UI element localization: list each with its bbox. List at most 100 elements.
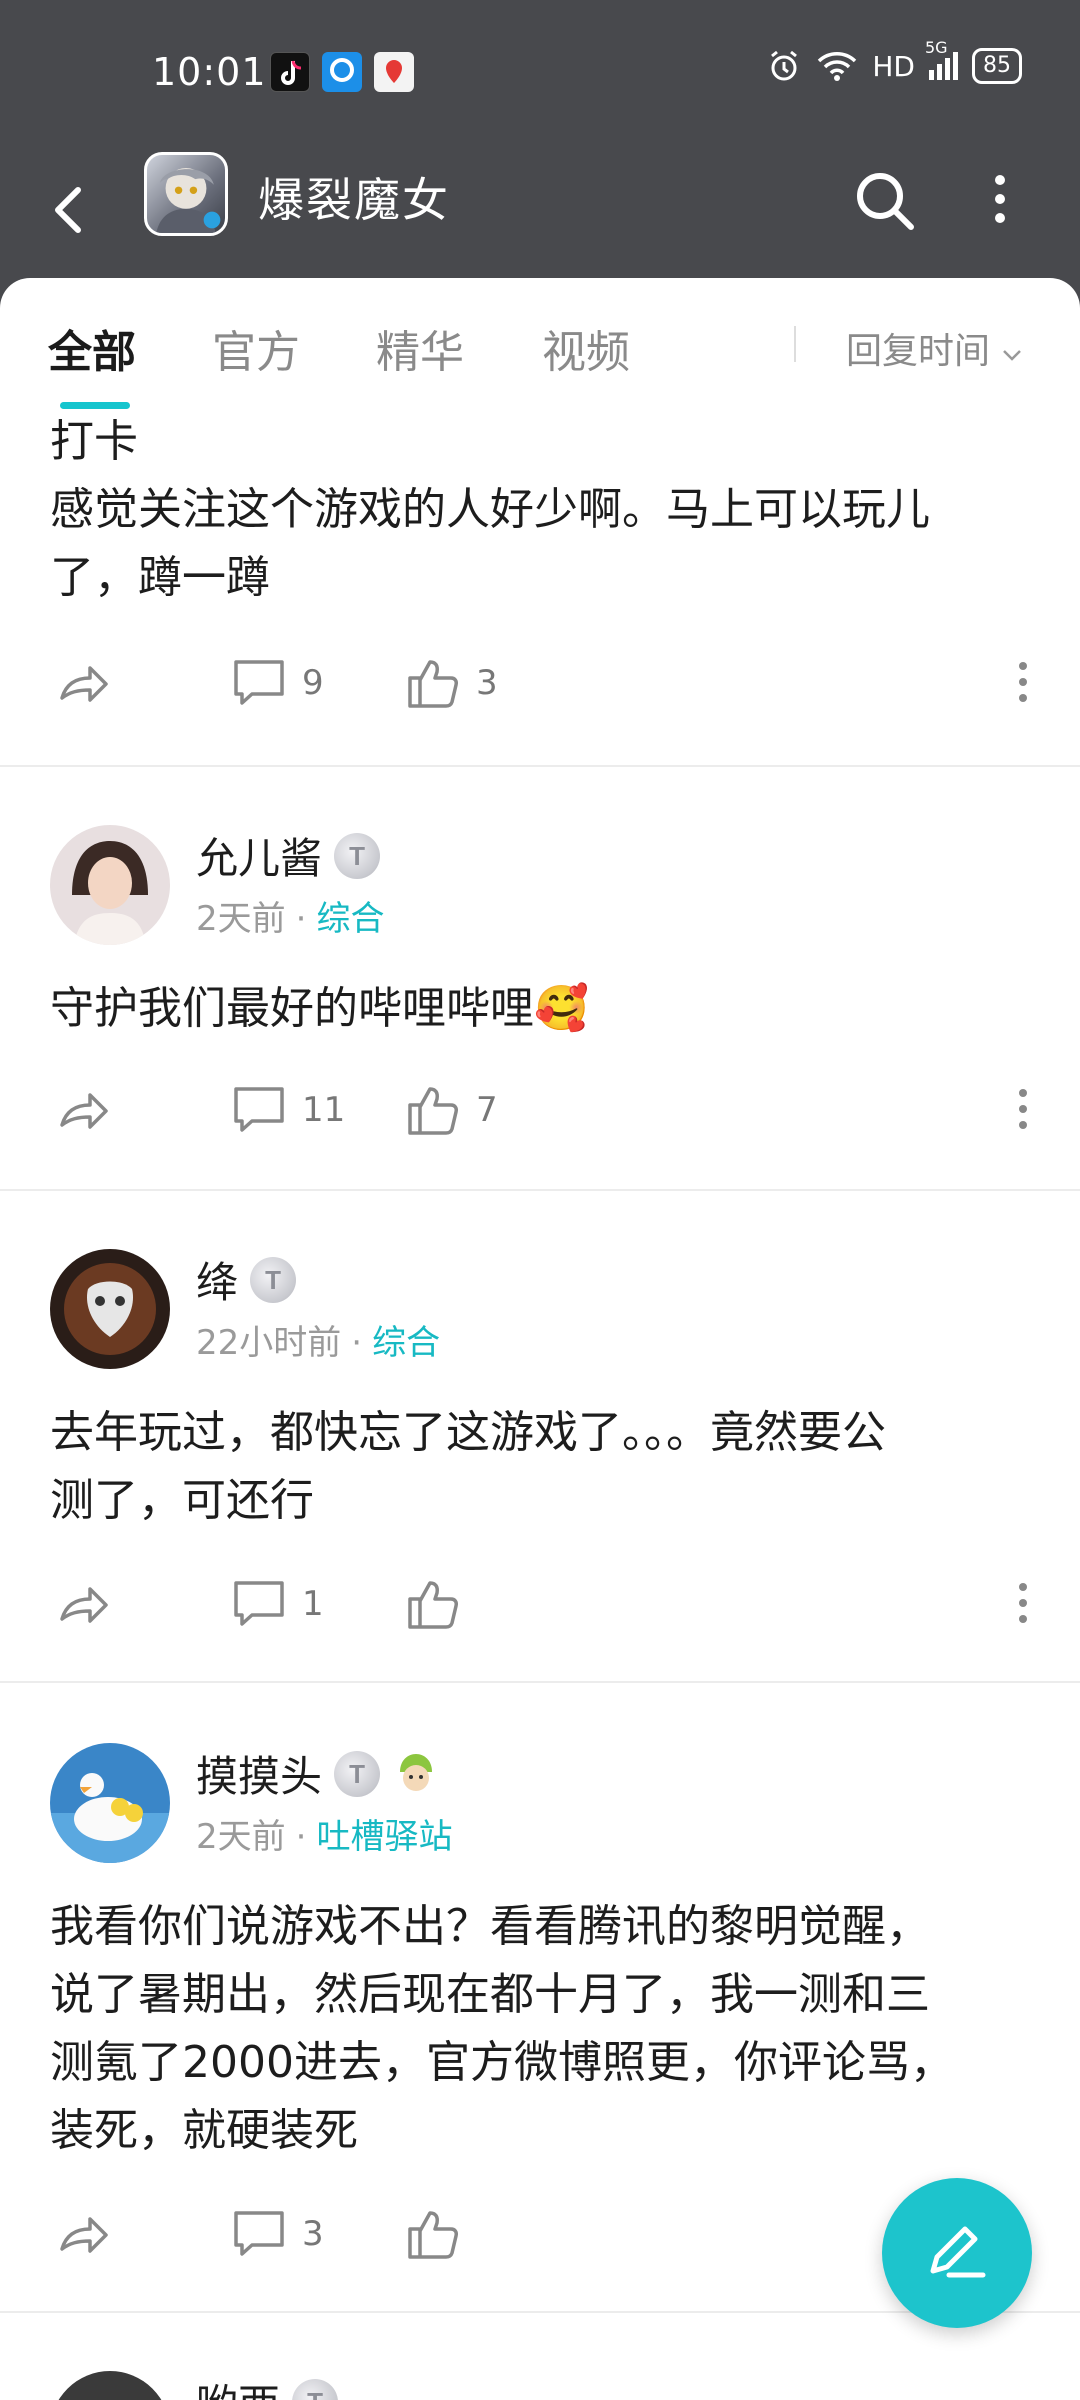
- author-name[interactable]: 绛: [196, 1249, 238, 1310]
- sort-dropdown[interactable]: 回复时间: [846, 322, 1023, 374]
- avatar[interactable]: [50, 1743, 170, 1863]
- like-button[interactable]: [404, 1577, 462, 1631]
- avatar[interactable]: [50, 1249, 170, 1369]
- post-more-icon[interactable]: [1008, 1579, 1038, 1629]
- like-button[interactable]: 3: [404, 656, 498, 710]
- post-content: 打卡 感觉关注这个游戏的人好少啊。马上可以玩儿 了，蹲一蹲: [0, 408, 1080, 612]
- wifi-icon: [818, 52, 857, 81]
- post-more-icon[interactable]: [1008, 658, 1038, 708]
- share-icon: [60, 2217, 108, 2253]
- post-text-line: 我看你们说游戏不出？看看腾讯的黎明觉醒，: [50, 1901, 930, 1952]
- post-text-line: 说了暑期出，然后现在都十月了，我一测和三: [50, 1969, 930, 2020]
- comment-button[interactable]: 11: [230, 1083, 345, 1137]
- app-bar: 爆裂魔女: [0, 140, 1080, 280]
- post-time: 2天前: [196, 1817, 286, 1857]
- tab-bar: 全部 官方 精华 视频 回复时间: [0, 278, 1080, 409]
- comment-count: 9: [302, 663, 324, 703]
- level-badge: T: [334, 1750, 381, 1797]
- post-meta: 22小时前 · 综合: [196, 1315, 440, 1364]
- author-name-row: 摸摸头 T: [196, 1743, 440, 1804]
- post-header: 摸摸头 T 2天前 · 吐槽驿站: [0, 1733, 1080, 1873]
- post-text-line: 去年玩过，都快忘了这游戏了。。。竟然要公: [50, 1407, 886, 1458]
- status-right: HD 5G 85: [766, 38, 1022, 84]
- post-meta: 2天前 · 吐槽驿站: [196, 1809, 452, 1858]
- map-app-icon: [374, 52, 414, 92]
- share-icon: [60, 1587, 108, 1623]
- comment-icon: [234, 2211, 284, 2256]
- author-name[interactable]: 摸摸头: [196, 1743, 322, 1804]
- post-text-line: 测了，可还行: [50, 1475, 314, 1526]
- thumbs-up-icon: [408, 1581, 458, 1629]
- status-bar: 10:01 HD 5G 85: [0, 0, 1080, 140]
- status-time: 10:01: [152, 50, 267, 94]
- post-item[interactable]: 打卡 感觉关注这个游戏的人好少啊。马上可以玩儿 了，蹲一蹲 9 3: [0, 408, 1080, 767]
- comment-button[interactable]: 3: [230, 2207, 324, 2261]
- post-item[interactable]: 哟西 T: [0, 2313, 1080, 2400]
- share-icon: [60, 1093, 108, 1129]
- alarm-icon: [771, 50, 798, 81]
- like-button[interactable]: [404, 2207, 462, 2261]
- tab-video[interactable]: 视频: [542, 316, 630, 380]
- post-category[interactable]: 综合: [372, 1323, 440, 1363]
- share-button[interactable]: [54, 2207, 112, 2261]
- post-text-line: 感觉关注这个游戏的人好少啊。马上可以玩儿: [50, 484, 930, 535]
- search-icon[interactable]: [850, 164, 920, 234]
- edit-pen-icon: [930, 2226, 986, 2278]
- post-actions: 9 3: [0, 618, 1080, 758]
- tab-official[interactable]: 官方: [212, 316, 300, 380]
- meta-dot: ·: [295, 899, 307, 939]
- post-feed: 打卡 感觉关注这个游戏的人好少啊。马上可以玩儿 了，蹲一蹲 9 3 允儿酱 T …: [0, 408, 1080, 2400]
- post-content: 我看你们说游戏不出？看看腾讯的黎明觉醒， 说了暑期出，然后现在都十月了，我一测和…: [0, 1893, 1080, 2165]
- post-more-icon[interactable]: [1008, 1085, 1038, 1135]
- post-content: 去年玩过，都快忘了这游戏了。。。竟然要公 测了，可还行: [0, 1399, 1080, 1535]
- tab-all[interactable]: 全部: [48, 316, 136, 380]
- post-text-line: 守护我们最好的哔哩哔哩🥰: [50, 983, 589, 1034]
- post-content: 守护我们最好的哔哩哔哩🥰: [0, 975, 1080, 1043]
- comment-button[interactable]: 9: [230, 656, 324, 710]
- share-button[interactable]: [54, 656, 112, 710]
- back-arrow-icon[interactable]: [44, 170, 104, 250]
- tab-featured[interactable]: 精华: [376, 316, 464, 380]
- post-header: 绛 T 22小时前 · 综合: [0, 1239, 1080, 1379]
- comment-count: 3: [302, 2214, 324, 2254]
- post-time: 22小时前: [196, 1323, 342, 1363]
- ele-me-icon: [322, 52, 362, 92]
- like-button[interactable]: 7: [404, 1083, 498, 1137]
- comment-icon: [234, 1087, 284, 1132]
- more-options-icon[interactable]: [970, 164, 1030, 234]
- comment-icon: [234, 660, 284, 705]
- post-item[interactable]: 绛 T 22小时前 · 综合 去年玩过，都快忘了这游戏了。。。竟然要公 测了，可还行…: [0, 1191, 1080, 1683]
- post-text-line: 测氪了2000进去，官方微博照更，你评论骂，: [50, 2037, 954, 2088]
- author-name[interactable]: 允儿酱: [196, 825, 322, 886]
- tab-divider: [794, 326, 796, 362]
- post-item[interactable]: 允儿酱 T 2天前 · 综合 守护我们最好的哔哩哔哩🥰 11 7: [0, 767, 1080, 1191]
- post-text-line: 了，蹲一蹲: [50, 552, 270, 603]
- chevron-down-icon: [1003, 350, 1022, 361]
- avatar[interactable]: [50, 825, 170, 945]
- author-name[interactable]: 哟西: [196, 2371, 280, 2400]
- share-button[interactable]: [54, 1577, 112, 1631]
- author-name-row: 哟西 T: [196, 2371, 339, 2400]
- sort-label: 回复时间: [846, 331, 991, 372]
- share-button[interactable]: [54, 1083, 112, 1137]
- game-icon[interactable]: [144, 152, 228, 236]
- battery-indicator: 85: [972, 48, 1022, 84]
- author-name-row: 绛 T: [196, 1249, 297, 1310]
- post-time: 2天前: [196, 899, 286, 939]
- post-header: 哟西 T: [0, 2361, 1080, 2400]
- post-title: 打卡: [50, 416, 138, 467]
- thumbs-up-icon: [408, 660, 458, 708]
- like-count: 7: [476, 1090, 498, 1130]
- thumbs-up-icon: [408, 2211, 458, 2259]
- share-icon: [60, 666, 108, 702]
- tiktok-icon: [270, 52, 310, 92]
- meta-dot: ·: [351, 1323, 363, 1363]
- compose-post-button[interactable]: [882, 2178, 1032, 2328]
- comment-button[interactable]: 1: [230, 1577, 324, 1631]
- post-category[interactable]: 综合: [316, 899, 384, 939]
- thumbs-up-icon: [408, 1087, 458, 1135]
- post-category[interactable]: 吐槽驿站: [316, 1817, 452, 1857]
- level-badge: T: [334, 832, 381, 879]
- avatar[interactable]: [50, 2371, 170, 2400]
- cell-type: 5G: [925, 38, 948, 57]
